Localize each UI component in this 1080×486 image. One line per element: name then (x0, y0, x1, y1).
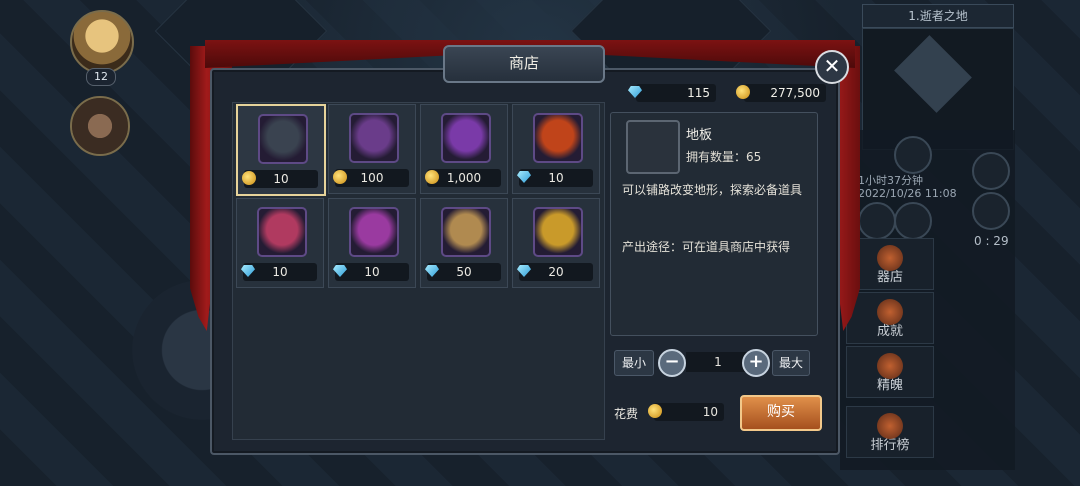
shop-item-slot[interactable]: 50 (420, 198, 508, 288)
treasure-chest-icon (533, 207, 583, 257)
mail-icon[interactable] (858, 202, 896, 240)
gear-icon[interactable] (894, 202, 932, 240)
item-price: 50 (425, 263, 501, 281)
hourglass-icon (349, 113, 399, 163)
spirit-button[interactable]: 精魄 (846, 346, 934, 398)
shop-item-slot[interactable]: 10 (328, 198, 416, 288)
floor-block-icon (258, 114, 308, 164)
timer-text: 1小时37分钟 (858, 174, 923, 187)
shop-item-slot[interactable]: 10 (512, 104, 600, 194)
purple-crystal-icon (441, 113, 491, 163)
item-price: 10 (333, 263, 409, 281)
minus-button[interactable]: − (658, 349, 686, 377)
item-price: 1,000 (425, 169, 501, 187)
coin-icon (242, 171, 256, 185)
min-button[interactable]: 最小 (614, 350, 654, 376)
coin-icon (736, 85, 750, 99)
plus-button[interactable]: + (742, 349, 770, 377)
purple-scroll-icon (349, 207, 399, 257)
shop-item-slot[interactable]: 1,000 (420, 104, 508, 194)
quill-icon[interactable] (894, 136, 932, 174)
item-price: 10 (517, 169, 593, 187)
date-text: 2022/10/26 11:08 (858, 187, 957, 200)
companion-avatar[interactable] (70, 96, 130, 156)
fire-stone-icon (533, 113, 583, 163)
item-price: 10 (241, 263, 317, 281)
coin-icon (425, 170, 439, 184)
item-source: 产出途径：可在道具商店中获得 (622, 240, 791, 254)
shop-item-slot[interactable]: 20 (512, 198, 600, 288)
player-level-badge: 12 (86, 68, 116, 86)
gem-icon (517, 171, 531, 183)
countdown-text: 0 : 29 (974, 234, 1009, 248)
shop-item-slot[interactable]: 10 (236, 104, 326, 196)
item-price: 20 (517, 263, 593, 281)
close-button[interactable]: ✕ (815, 50, 849, 84)
close-icon: ✕ (823, 54, 841, 78)
achievement-button[interactable]: 成就 (846, 292, 934, 344)
ranking-button[interactable]: 排行榜 (846, 406, 934, 458)
gem-balance: 115 (628, 84, 716, 102)
achievement-icon (877, 299, 903, 325)
item-description: 可以铺路改变地形，探索必备道具 (622, 183, 803, 197)
item-price: 10 (242, 170, 318, 188)
owned-count: 拥有数量：65 (686, 150, 762, 164)
shop-icon (877, 245, 903, 271)
map-scroll-icon (441, 207, 491, 257)
quantity-value: 1 (686, 352, 750, 372)
cost-value: 10 (648, 403, 724, 421)
gem-icon (241, 265, 255, 277)
gem-icon (425, 265, 439, 277)
item-name: 地板 (686, 128, 713, 143)
player-avatar[interactable] (70, 10, 134, 74)
gem-icon (517, 265, 531, 277)
shop-item-slot[interactable]: 100 (328, 104, 416, 194)
target-icon[interactable] (972, 152, 1010, 190)
gold-balance: 277,500 (736, 84, 826, 102)
shop-item-slot[interactable]: 10 (236, 198, 324, 288)
buy-button[interactable]: 购买 (740, 395, 822, 431)
red-scroll-icon (257, 207, 307, 257)
max-button[interactable]: 最大 (772, 350, 810, 376)
location-title: 1.逝者之地 (862, 4, 1014, 28)
ranking-icon (877, 413, 903, 439)
gem-icon (333, 265, 347, 277)
crossed-swords-icon[interactable] (972, 192, 1010, 230)
item-price: 100 (333, 169, 409, 187)
floor-block-icon (626, 120, 680, 174)
shop-title: 商店 (443, 45, 605, 83)
coin-icon (648, 404, 662, 418)
coin-icon (333, 170, 347, 184)
spirit-icon (877, 353, 903, 379)
cost-label: 花费 (614, 407, 639, 421)
